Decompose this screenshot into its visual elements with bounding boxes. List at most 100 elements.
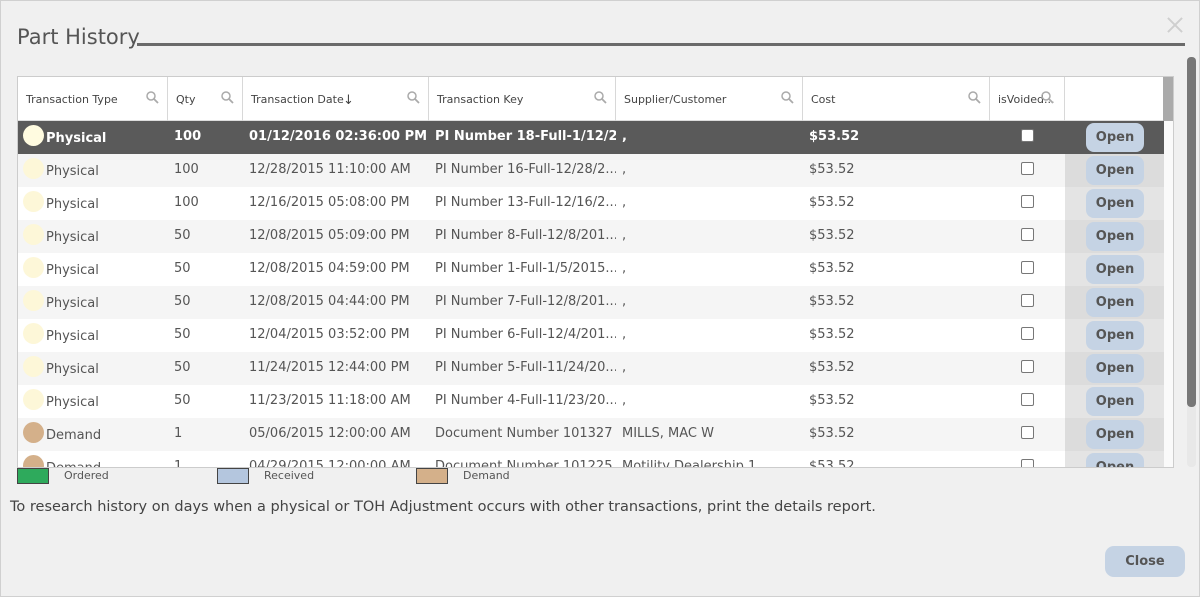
table-row[interactable]: Physical 50 12/08/2015 04:44:00 PM PI Numbe… [18, 286, 1164, 319]
search-icon[interactable] [968, 91, 981, 104]
cell-transaction-type: Physical [18, 385, 168, 418]
cell-cost: $53.52 [809, 360, 855, 375]
cell-cost: $53.52 [809, 294, 855, 309]
transaction-type-text: Physical [46, 362, 99, 377]
search-icon[interactable] [594, 91, 607, 104]
column-header-qty[interactable]: Qty [168, 77, 243, 121]
legend-swatch [17, 468, 49, 484]
is-voided-checkbox[interactable] [1021, 261, 1034, 274]
is-voided-checkbox[interactable] [1021, 162, 1034, 175]
is-voided-checkbox[interactable] [1021, 195, 1034, 208]
status-dot-icon [23, 455, 44, 467]
column-header-transaction-key[interactable]: Transaction Key [429, 77, 616, 121]
is-voided-checkbox[interactable] [1021, 327, 1034, 340]
cell-transaction-key: PI Number 18-Full-1/12/2... [435, 129, 616, 144]
open-button[interactable]: Open [1086, 222, 1144, 251]
cell-transaction-type: Physical [18, 352, 168, 385]
cell-is-voided [990, 418, 1065, 451]
cell-cost: $53.52 [809, 459, 855, 468]
cell-transaction-type: Demand [18, 418, 168, 451]
legend-item-received: Received [217, 468, 416, 486]
legend-item-demand: Demand [416, 468, 510, 486]
open-button[interactable]: Open [1086, 288, 1144, 317]
cell-cost: $53.52 [809, 426, 855, 441]
is-voided-checkbox[interactable] [1021, 228, 1034, 241]
status-dot-icon [23, 389, 44, 410]
cell-is-voided [990, 451, 1065, 467]
table-row[interactable]: Demand 1 05/06/2015 12:00:00 AM Document Nu… [18, 418, 1164, 451]
table-row[interactable]: Physical 50 11/24/2015 12:44:00 PM PI Numbe… [18, 352, 1164, 385]
cell-actions: Open [1065, 319, 1164, 352]
column-header-supplier-customer[interactable]: Supplier/Customer [616, 77, 803, 121]
close-button[interactable]: Close [1105, 546, 1185, 577]
cell-transaction-type: Physical [18, 319, 168, 352]
is-voided-checkbox[interactable] [1021, 393, 1034, 406]
cell-cost: $53.52 [809, 129, 860, 144]
close-icon[interactable] [1165, 15, 1185, 35]
cell-supplier-customer: , [622, 228, 627, 243]
column-label: Qty [176, 93, 196, 106]
open-button[interactable]: Open [1086, 354, 1144, 383]
cell-transaction-date: 12/04/2015 03:52:00 PM [249, 327, 410, 342]
table-row[interactable]: Physical 50 12/08/2015 04:59:00 PM PI Numbe… [18, 253, 1164, 286]
column-header-transaction-date[interactable]: Transaction Date ↓ [243, 77, 429, 121]
cell-is-voided [990, 154, 1065, 187]
cell-supplier-customer: , [622, 360, 627, 375]
cell-supplier-customer: , [622, 393, 627, 408]
open-button[interactable]: Open [1086, 420, 1144, 449]
is-voided-checkbox[interactable] [1021, 294, 1034, 307]
cell-qty: 1 [174, 459, 183, 468]
open-button[interactable]: Open [1086, 123, 1144, 152]
cell-is-voided [990, 352, 1065, 385]
is-voided-checkbox[interactable] [1021, 459, 1034, 467]
search-icon[interactable] [1041, 91, 1054, 104]
open-button[interactable]: Open [1086, 387, 1144, 416]
table-row[interactable]: Physical 100 12/28/2015 11:10:00 AM PI Numb… [18, 154, 1164, 187]
cell-actions: Open [1065, 187, 1164, 220]
table-row[interactable]: Physical 100 01/12/2016 02:36:00 PM PI Numb… [18, 121, 1164, 154]
open-button[interactable]: Open [1086, 156, 1144, 185]
search-icon[interactable] [146, 91, 159, 104]
grid-scrollbar-thumb[interactable] [1163, 77, 1173, 121]
cell-actions: Open [1065, 451, 1164, 467]
cell-transaction-key: PI Number 1-Full-1/5/2015... [435, 261, 616, 276]
cell-qty: 100 [174, 195, 199, 210]
cell-transaction-key: PI Number 6-Full-12/4/201... [435, 327, 616, 342]
cell-transaction-date: 12/08/2015 04:59:00 PM [249, 261, 410, 276]
search-icon[interactable] [781, 91, 794, 104]
open-button[interactable]: Open [1086, 189, 1144, 218]
column-label: Transaction Key [437, 93, 524, 106]
cell-cost: $53.52 [809, 393, 855, 408]
dialog-scrollbar-thumb[interactable] [1187, 57, 1196, 407]
table-row[interactable]: Physical 50 12/08/2015 05:09:00 PM PI Numbe… [18, 220, 1164, 253]
cell-is-voided [990, 220, 1065, 253]
grid-scrollbar-track[interactable] [1163, 77, 1173, 467]
column-header-is-voided[interactable]: isVoided... [990, 77, 1065, 121]
status-dot-icon [23, 191, 44, 212]
table-row[interactable]: Physical 50 12/04/2015 03:52:00 PM PI Numbe… [18, 319, 1164, 352]
status-dot-icon [23, 224, 44, 245]
cell-transaction-date: 04/29/2015 12:00:00 AM [249, 459, 411, 468]
table-row[interactable]: Demand 1 04/29/2015 12:00:00 AM Document Nu… [18, 451, 1164, 468]
status-dot-icon [23, 125, 44, 146]
cell-qty: 50 [174, 228, 191, 243]
search-icon[interactable] [407, 91, 420, 104]
is-voided-checkbox[interactable] [1021, 426, 1034, 439]
cell-supplier-customer: , [622, 195, 627, 210]
open-button[interactable]: Open [1086, 453, 1144, 467]
cell-transaction-type: Physical [18, 154, 168, 187]
table-row[interactable]: Physical 50 11/23/2015 11:18:00 AM PI Numbe… [18, 385, 1164, 418]
is-voided-checkbox[interactable] [1021, 360, 1034, 373]
search-icon[interactable] [221, 91, 234, 104]
is-voided-checkbox[interactable] [1021, 129, 1034, 142]
transaction-type-text: Physical [46, 131, 107, 146]
open-button[interactable]: Open [1086, 255, 1144, 284]
column-header-transaction-type[interactable]: Transaction Type [18, 77, 168, 121]
status-dot-icon [23, 158, 44, 179]
legend-item-ordered: Ordered [17, 468, 217, 486]
cell-is-voided [990, 187, 1065, 220]
column-header-actions [1065, 77, 1164, 121]
column-header-cost[interactable]: Cost [803, 77, 990, 121]
table-row[interactable]: Physical 100 12/16/2015 05:08:00 PM PI Numb… [18, 187, 1164, 220]
open-button[interactable]: Open [1086, 321, 1144, 350]
